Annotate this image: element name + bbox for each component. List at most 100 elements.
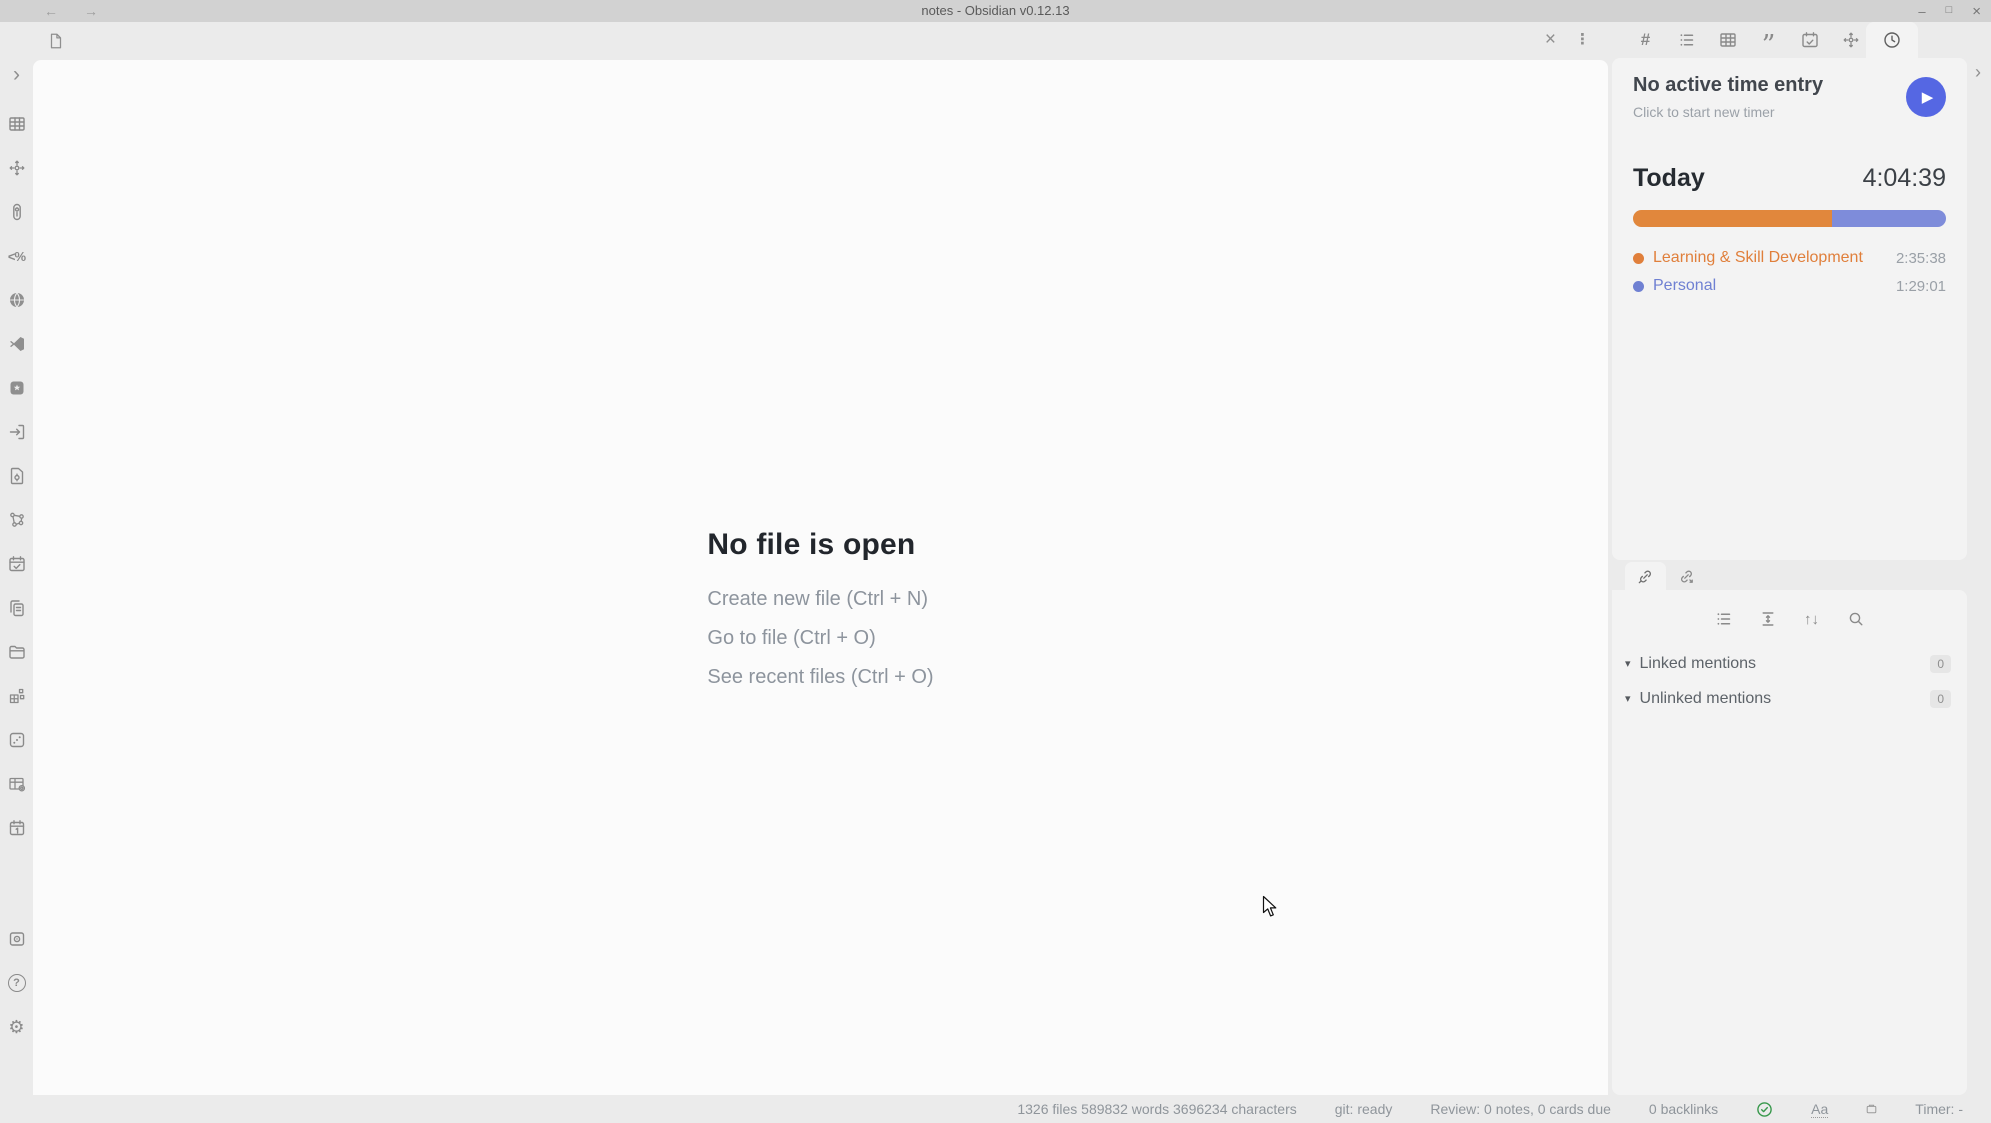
ribbon-graph-button[interactable] — [6, 510, 28, 530]
ribbon-spread-button[interactable] — [6, 158, 28, 178]
spread-arrows-icon — [7, 158, 27, 178]
gear-icon: ⚙ — [8, 1018, 24, 1036]
tab-quotes[interactable]: ” — [1748, 22, 1789, 58]
ribbon-table-button[interactable] — [6, 114, 28, 134]
ribbon-blocks-button[interactable] — [6, 686, 28, 706]
document-gear-icon — [7, 466, 27, 486]
change-sort-order-button[interactable]: ↑↓ — [1801, 608, 1823, 630]
copy-documents-icon — [7, 598, 27, 618]
tab-tags[interactable]: # — [1625, 22, 1666, 58]
tab-outline[interactable] — [1666, 22, 1707, 58]
review-status: Review: 0 notes, 0 cards due — [1430, 1101, 1611, 1117]
ribbon-publish-button[interactable] — [6, 290, 28, 310]
right-edge-strip: › — [1971, 22, 1991, 1095]
pane-tab[interactable] — [47, 32, 65, 50]
tab-outgoing-links[interactable] — [1666, 562, 1707, 590]
timer-status[interactable]: Timer: - — [1915, 1101, 1963, 1117]
settings-button[interactable]: ⚙ — [6, 1017, 28, 1037]
minimize-button[interactable]: – — [1918, 4, 1925, 19]
linked-mentions-header[interactable]: ▾ Linked mentions 0 — [1612, 646, 1967, 681]
today-progress-bar — [1633, 210, 1946, 227]
check-circle-icon — [1756, 1101, 1773, 1118]
see-recent-files-link[interactable]: See recent files (Ctrl + O) — [707, 666, 933, 689]
clock-icon — [1882, 30, 1902, 50]
help-button[interactable]: ? — [6, 973, 28, 993]
sticker-star-icon — [7, 378, 27, 398]
ribbon-review-button[interactable] — [6, 554, 28, 574]
link-in-icon — [1636, 567, 1655, 586]
legend-row: Personal 1:29:01 — [1633, 272, 1946, 300]
project-link[interactable]: Learning & Skill Development — [1653, 249, 1896, 267]
vault-icon — [7, 929, 27, 949]
collapse-triangle-icon: ▾ — [1625, 657, 1631, 670]
search-button[interactable] — [1845, 608, 1867, 630]
dice-icon — [7, 730, 27, 750]
ribbon-database-button[interactable] — [6, 774, 28, 794]
ribbon-sign-in-button[interactable] — [6, 422, 28, 442]
history-back-button[interactable]: ← — [44, 4, 58, 18]
expand-left-sidebar-button[interactable]: › — [6, 64, 28, 84]
vault-switcher-button[interactable] — [6, 929, 28, 949]
project-link[interactable]: Personal — [1653, 277, 1896, 295]
ribbon-vscode-button[interactable] — [6, 334, 28, 354]
table-gear-icon — [7, 774, 27, 794]
search-icon — [1846, 609, 1866, 629]
ribbon-document-settings-button[interactable] — [6, 466, 28, 486]
legend-row: Learning & Skill Development 2:35:38 — [1633, 244, 1946, 272]
titlebar: ← → notes - Obsidian v0.12.13 – □ × — [0, 0, 1991, 22]
mini-panel-button[interactable] — [1866, 1104, 1877, 1115]
collapse-triangle-icon: ▾ — [1625, 692, 1631, 705]
tab-table[interactable] — [1707, 22, 1748, 58]
git-status: git: ready — [1335, 1101, 1393, 1117]
progress-segment — [1633, 210, 1832, 227]
tab-spread[interactable] — [1830, 22, 1871, 58]
case-toggle-button[interactable]: Aa — [1811, 1101, 1828, 1118]
tab-backlinks[interactable] — [1625, 562, 1666, 590]
ribbon-daily-note-button[interactable] — [6, 818, 28, 838]
timer-status-title: No active time entry — [1633, 74, 1823, 97]
backlinks-tabbar — [1608, 562, 1971, 590]
sync-ok-button[interactable] — [1756, 1101, 1773, 1118]
tab-calendar[interactable] — [1789, 22, 1830, 58]
section-label: Linked mentions — [1640, 655, 1931, 673]
ribbon-folder-button[interactable] — [6, 642, 28, 662]
bullet-list-icon — [1714, 609, 1734, 629]
ribbon-templater-button[interactable]: <% — [6, 246, 28, 266]
create-new-file-link[interactable]: Create new file (Ctrl + N) — [707, 588, 933, 611]
today-row: Today 4:04:39 — [1612, 164, 1967, 193]
templater-icon: <% — [8, 250, 25, 263]
count-badge: 0 — [1930, 655, 1951, 673]
maximize-button[interactable]: □ — [1946, 4, 1953, 16]
tab-timer[interactable] — [1866, 22, 1918, 58]
ribbon-random-note-button[interactable] — [6, 730, 28, 750]
calendar-check-tab-icon — [1800, 30, 1820, 50]
unlinked-mentions-header[interactable]: ▾ Unlinked mentions 0 — [1612, 681, 1967, 716]
obsidian-window: ← → notes - Obsidian v0.12.13 – □ × › — [0, 0, 1991, 1123]
history-forward-button[interactable]: → — [84, 4, 98, 18]
close-pane-button[interactable]: × — [1545, 29, 1556, 52]
link-out-icon — [1677, 567, 1696, 586]
pane-menu-button[interactable]: ⋮ — [1575, 30, 1590, 48]
collapse-results-button[interactable] — [1713, 608, 1735, 630]
chevron-right-icon: › — [13, 64, 20, 85]
play-icon: ▶ — [1922, 88, 1934, 106]
globe-icon — [7, 290, 27, 310]
show-more-context-button[interactable] — [1757, 608, 1779, 630]
window-title: notes - Obsidian v0.12.13 — [921, 0, 1069, 22]
spread-tab-icon — [1841, 30, 1861, 50]
go-to-file-link[interactable]: Go to file (Ctrl + O) — [707, 627, 933, 650]
close-window-button[interactable]: × — [1972, 3, 1981, 20]
file-icon — [47, 32, 65, 50]
folder-files-icon — [7, 642, 27, 662]
editor-area: No file is open Create new file (Ctrl + … — [33, 60, 1608, 1095]
calendar-day-icon — [7, 818, 27, 838]
start-timer-button[interactable]: ▶ — [1906, 77, 1946, 117]
backlinks-panel: ↑↓ ▾ Linked mentions 0 ▾ Unlinked mentio… — [1612, 590, 1967, 1095]
ribbon-sticker-button[interactable] — [6, 378, 28, 398]
pane-header: × ⋮ — [33, 22, 1608, 60]
expand-right-sidebar-button[interactable]: › — [1975, 62, 1981, 83]
ribbon-pin-button[interactable] — [6, 202, 28, 222]
ribbon-copy-button[interactable] — [6, 598, 28, 618]
timer-status-card[interactable]: No active time entry Click to start new … — [1612, 58, 1967, 120]
backlinks-toolbar: ↑↓ — [1612, 590, 1967, 630]
